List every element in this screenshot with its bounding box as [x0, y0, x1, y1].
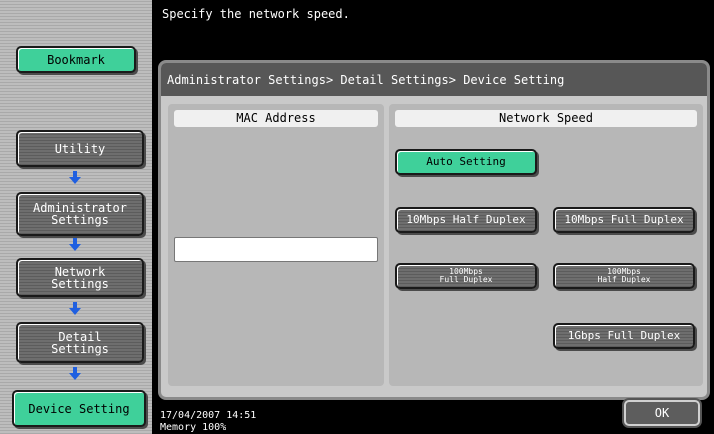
10mbps-full-duplex-label: 10Mbps Full Duplex [564, 213, 684, 226]
sidebar-item-detail-settings[interactable]: Detail Settings [16, 322, 144, 363]
100mbps-full-duplex-label: 100Mbps Full Duplex [439, 267, 493, 284]
message-bar: Specify the network speed. [152, 0, 714, 56]
100mbps-half-duplex-label: 100Mbps Half Duplex [597, 267, 651, 284]
1gbps-full-duplex-button[interactable]: 1Gbps Full Duplex [553, 323, 695, 349]
memory-status: Memory 100% [160, 423, 227, 433]
settings-frame: Administrator Settings> Detail Settings>… [158, 60, 710, 400]
breadcrumb-text: Administrator Settings> Detail Settings>… [167, 72, 565, 87]
ok-button[interactable]: OK [624, 400, 700, 426]
sidebar-item-label: Device Setting [28, 401, 130, 416]
network-speed-panel: Network Speed Auto Setting 10Mbps Half D… [389, 104, 703, 386]
sidebar-item-utility[interactable]: Utility [16, 130, 144, 167]
down-arrow-icon [69, 238, 81, 251]
down-arrow-icon [69, 367, 81, 380]
down-arrow-icon [69, 171, 81, 184]
main-area: Administrator Settings> Detail Settings>… [152, 56, 714, 400]
1gbps-full-duplex-label: 1Gbps Full Duplex [567, 329, 681, 342]
left-sidebar: Bookmark Utility Administrator Settings … [0, 0, 152, 434]
bookmark-label: Bookmark [47, 52, 105, 67]
100mbps-full-duplex-button[interactable]: 100Mbps Full Duplex [395, 263, 537, 289]
10mbps-full-duplex-button[interactable]: 10Mbps Full Duplex [553, 207, 695, 233]
mac-address-panel: MAC Address [168, 104, 384, 386]
auto-setting-label: Auto Setting [426, 155, 506, 168]
100mbps-half-duplex-button[interactable]: 100Mbps Half Duplex [553, 263, 695, 289]
bookmark-button[interactable]: Bookmark [16, 46, 136, 73]
sidebar-item-device-setting[interactable]: Device Setting [12, 390, 146, 427]
status-bar: 17/04/2007 14:51 Memory 100% OK [152, 400, 714, 434]
sidebar-item-label: Network Settings [51, 264, 109, 291]
date-time: 17/04/2007 14:51 [160, 410, 257, 421]
down-arrow-icon [69, 302, 81, 315]
mac-address-title: MAC Address [174, 110, 378, 127]
10mbps-half-duplex-label: 10Mbps Half Duplex [406, 213, 526, 226]
sidebar-item-label: Administrator Settings [33, 201, 127, 227]
network-speed-title: Network Speed [395, 110, 697, 127]
ok-label: OK [654, 406, 670, 420]
sidebar-item-administrator-settings[interactable]: Administrator Settings [16, 192, 144, 236]
breadcrumb: Administrator Settings> Detail Settings>… [161, 63, 707, 96]
10mbps-half-duplex-button[interactable]: 10Mbps Half Duplex [395, 207, 537, 233]
instruction-message: Specify the network speed. [162, 7, 350, 21]
sidebar-item-label: Utility [54, 141, 106, 156]
sidebar-item-label: Detail Settings [51, 329, 109, 356]
sidebar-item-network-settings[interactable]: Network Settings [16, 258, 144, 297]
mac-address-field [174, 237, 378, 262]
auto-setting-button[interactable]: Auto Setting [395, 149, 537, 175]
